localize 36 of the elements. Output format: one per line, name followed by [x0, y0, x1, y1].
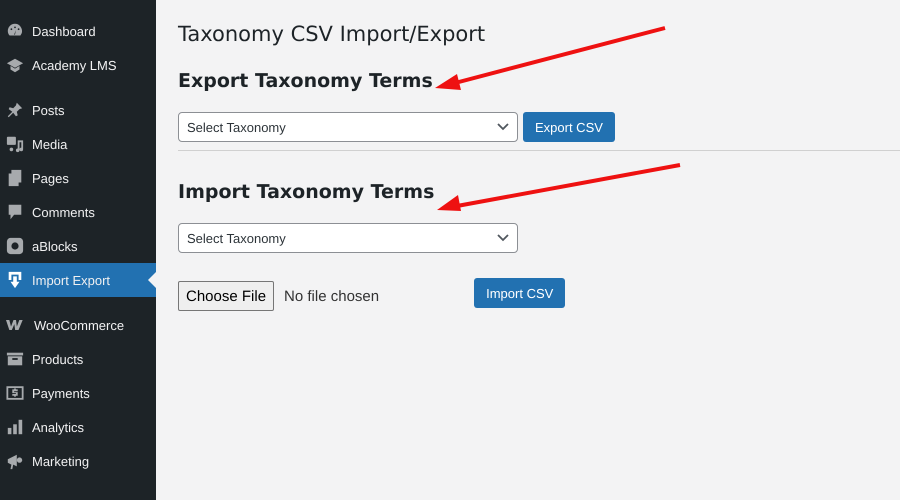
sidebar-item[interactable]: Dashboard [0, 14, 156, 48]
sidebar-item[interactable]: Import Export [0, 263, 156, 297]
taxonomy-select[interactable]: Select Taxonomy [178, 112, 518, 142]
chevron-down-icon [497, 234, 509, 242]
box-icon [6, 350, 24, 368]
sidebar-item[interactable]: Comments [0, 195, 156, 229]
chevron-down-icon [497, 123, 509, 131]
sidebar-item[interactable]: Academy LMS [0, 48, 156, 82]
sidebar-item[interactable]: aBlocks [0, 229, 156, 263]
comment-icon [6, 203, 24, 221]
megaphone-icon [6, 452, 24, 470]
export-button[interactable]: Export CSV [523, 112, 615, 142]
import-button[interactable]: Import CSV [474, 278, 566, 308]
download-icon [6, 271, 24, 289]
sidebar-item[interactable]: WooCommerce [0, 308, 156, 342]
section-heading: Import Taxonomy Terms [178, 181, 434, 203]
current-item-pointer [148, 272, 156, 288]
pin-icon [6, 101, 24, 119]
choose-file-button[interactable]: Choose File [178, 281, 274, 311]
file-status: No file chosen [284, 288, 380, 304]
sidebar-item[interactable]: Products [0, 342, 156, 376]
cap-icon [6, 56, 24, 74]
media-icon [6, 135, 24, 153]
sidebar-item[interactable]: Marketing [0, 444, 156, 478]
page-title: Taxonomy CSV Import/Export [178, 22, 486, 46]
sidebar-item[interactable]: Posts [0, 93, 156, 127]
blocks-logo-icon [6, 237, 24, 255]
pages-icon [6, 169, 24, 187]
sidebar-item[interactable]: Payments [0, 376, 156, 410]
taxonomy-select[interactable]: Select Taxonomy [178, 223, 518, 253]
dollar-icon [6, 384, 24, 402]
sidebar-item[interactable]: Analytics [0, 410, 156, 444]
section-heading: Export Taxonomy Terms [178, 70, 433, 92]
sidebar-item[interactable]: Media [0, 127, 156, 161]
sidebar-item[interactable]: Pages [0, 161, 156, 195]
bar-chart-icon [6, 418, 24, 436]
